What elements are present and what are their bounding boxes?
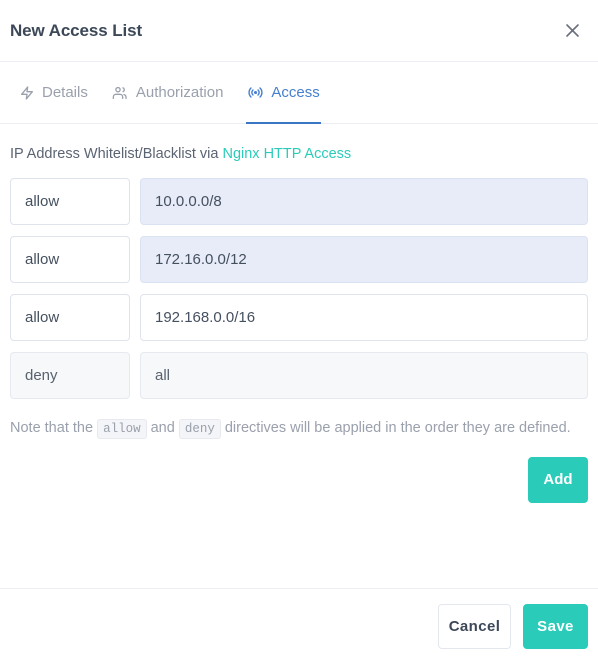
tab-details-label: Details [42, 84, 88, 101]
access-rule-row [10, 352, 588, 399]
note-text-part1: Note that the [10, 420, 98, 436]
tab-bar: Details Authorization Access [0, 62, 598, 124]
modal-body: IP Address Whitelist/Blacklist via Nginx… [0, 146, 598, 503]
directive-input[interactable] [10, 236, 130, 283]
nginx-http-access-link[interactable]: Nginx HTTP Access [222, 146, 351, 162]
directive-input[interactable] [10, 178, 130, 225]
access-description-text: IP Address Whitelist/Blacklist via [10, 146, 223, 162]
access-rule-row [10, 178, 588, 225]
deny-code-badge: deny [178, 419, 221, 439]
allow-code-badge: allow [97, 419, 147, 439]
tab-access-label: Access [271, 84, 320, 101]
broadcast-icon [247, 84, 264, 101]
directive-input[interactable] [10, 294, 130, 341]
tab-details[interactable]: Details [6, 62, 100, 123]
add-button[interactable]: Add [528, 456, 588, 503]
lightning-bolt-icon [18, 84, 35, 101]
note-text-part2: and [146, 420, 179, 436]
modal-header: New Access List [0, 0, 598, 62]
close-icon[interactable] [560, 19, 584, 43]
cancel-button[interactable]: Cancel [438, 603, 511, 649]
page-title: New Access List [10, 20, 143, 40]
access-description: IP Address Whitelist/Blacklist via Nginx… [10, 146, 588, 162]
users-icon [112, 84, 129, 101]
save-button[interactable]: Save [523, 603, 588, 649]
address-input[interactable] [140, 236, 588, 283]
address-input[interactable] [140, 352, 588, 399]
tab-authorization[interactable]: Authorization [100, 62, 236, 123]
directive-order-note: Note that the allow and deny directives … [10, 415, 588, 443]
access-rule-row [10, 294, 588, 341]
directive-input[interactable] [10, 352, 130, 399]
new-access-list-modal: New Access List Details Authorization Ac… [0, 0, 598, 663]
add-button-container: Add [10, 456, 588, 503]
modal-footer: Cancel Save [0, 588, 598, 663]
tab-authorization-label: Authorization [135, 84, 224, 101]
note-text-part3: directives will be applied in the order … [220, 420, 571, 436]
address-input[interactable] [140, 178, 588, 225]
access-rule-row [10, 236, 588, 283]
tab-access[interactable]: Access [235, 62, 331, 124]
address-input[interactable] [140, 294, 588, 341]
